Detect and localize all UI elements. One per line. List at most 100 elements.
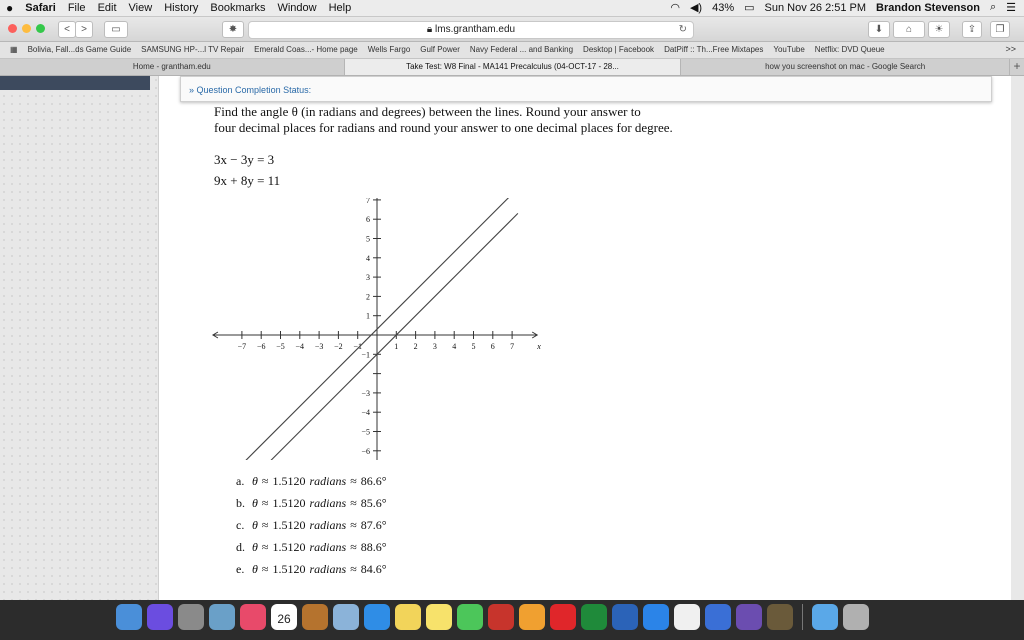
answer-letter: d. xyxy=(236,539,245,554)
lines-graph: −7−6−5−4−3−2−112345677654321−1−3−4−5−6−7… xyxy=(211,198,541,460)
bookmark-item[interactable]: Emerald Coas...- Home page xyxy=(254,45,358,54)
lock-icon: 🔒︎ xyxy=(426,24,436,35)
address-bar[interactable]: 🔒︎ lms.grantham.edu ↻ xyxy=(248,21,694,39)
folder-icon[interactable] xyxy=(812,604,838,630)
menu-window[interactable]: Window xyxy=(277,2,316,14)
textedit-icon[interactable] xyxy=(674,604,700,630)
siri-icon[interactable] xyxy=(147,604,173,630)
user-name[interactable]: Brandon Stevenson xyxy=(876,2,980,14)
home-icon[interactable]: ⌂ xyxy=(893,21,925,38)
bookmark-item[interactable]: Wells Fargo xyxy=(368,45,411,54)
word-icon[interactable] xyxy=(612,604,638,630)
bookmarks-overflow-button[interactable]: >> xyxy=(1005,44,1016,54)
tab-google-search[interactable]: how you screenshot on mac - Google Searc… xyxy=(681,59,1010,75)
excel-icon[interactable] xyxy=(581,604,607,630)
x-tick-label: 1 xyxy=(394,342,398,351)
volume-icon[interactable]: ◀) xyxy=(690,1,702,14)
answer-option[interactable]: a. θ ≈1.5120 radians ≈86.6° xyxy=(236,470,387,492)
stickies-icon[interactable] xyxy=(426,604,452,630)
answer-option[interactable]: b. θ ≈1.5120 radians ≈85.6° xyxy=(236,492,387,514)
approx-symbol: ≈ xyxy=(350,561,357,576)
course-nav-bar xyxy=(0,76,150,90)
x-tick-label: 3 xyxy=(433,342,437,351)
minimize-window-button[interactable] xyxy=(22,24,31,33)
menu-app-name[interactable]: Safari xyxy=(25,2,56,14)
photos-app-icon[interactable] xyxy=(519,604,545,630)
downloads-icon[interactable]: ⬇ xyxy=(868,21,890,38)
keynote-icon[interactable] xyxy=(705,604,731,630)
theta-symbol: θ xyxy=(252,495,258,510)
menu-bookmarks[interactable]: Bookmarks xyxy=(210,2,265,14)
share-icon[interactable]: ⇪ xyxy=(962,21,982,38)
theta-symbol: θ xyxy=(252,539,258,554)
reader-icon[interactable]: ☀ xyxy=(928,21,950,38)
answer-option[interactable]: e. θ ≈1.5120 radians ≈84.6° xyxy=(236,558,387,580)
answer-letter: c. xyxy=(236,517,245,532)
bookmark-item[interactable]: Netflix: DVD Queue xyxy=(815,45,885,54)
notification-center-icon[interactable]: ☰ xyxy=(1006,1,1016,14)
bookmark-item[interactable]: Bolivia, Fall...ds Game Guide xyxy=(28,45,132,54)
bookmark-item[interactable]: Navy Federal ... and Banking xyxy=(470,45,573,54)
tab-home[interactable]: Home - grantham.edu xyxy=(0,59,345,75)
zoom-window-button[interactable] xyxy=(36,24,45,33)
menu-view[interactable]: View xyxy=(129,2,153,14)
answer-option[interactable]: d. θ ≈1.5120 radians ≈88.6° xyxy=(236,536,387,558)
question-status-bar[interactable]: » Question Completion Status: xyxy=(180,76,992,102)
tabs-overview-icon[interactable]: ❐ xyxy=(990,21,1010,38)
radians-value: 1.5120 xyxy=(272,495,306,510)
safari-icon[interactable] xyxy=(364,604,390,630)
archive-icon[interactable] xyxy=(767,604,793,630)
y-tick-label: 3 xyxy=(366,273,370,282)
wifi-icon[interactable]: ◠ xyxy=(670,1,680,14)
y-tick-label: −6 xyxy=(361,447,370,456)
x-tick-label: 2 xyxy=(414,342,418,351)
spotlight-icon[interactable]: ⌕ xyxy=(990,1,996,14)
photos-icon[interactable] xyxy=(209,604,235,630)
guitar-icon[interactable] xyxy=(302,604,328,630)
sidebar-icon[interactable]: ▭ xyxy=(104,21,128,38)
x-tick-label: −2 xyxy=(334,342,343,351)
bookmark-item[interactable]: SAMSUNG HP-...l TV Repair xyxy=(141,45,244,54)
approx-symbol: ≈ xyxy=(261,561,269,576)
menu-file[interactable]: File xyxy=(68,2,86,14)
clock[interactable]: Sun Nov 26 2:51 PM xyxy=(765,2,867,14)
back-button[interactable]: < xyxy=(58,21,76,38)
bookmark-item[interactable]: YouTube xyxy=(773,45,804,54)
apple-menu-icon[interactable]: ● xyxy=(6,1,13,15)
forward-button[interactable]: > xyxy=(75,21,93,38)
bookmark-item[interactable]: DatPiff :: Th...Free Mixtapes xyxy=(664,45,763,54)
browser-toolbar: < > ▭ ✸ 🔒︎ lms.grantham.edu ↻ ⬇ ⌂ ☀ ⇪ ❐ xyxy=(0,17,1024,42)
menu-help[interactable]: Help xyxy=(329,2,352,14)
finder-icon[interactable] xyxy=(116,604,142,630)
tab-take-test[interactable]: Take Test: W8 Final - MA141 Precalculus … xyxy=(344,59,682,75)
music-icon[interactable] xyxy=(240,604,266,630)
bookmark-item[interactable]: Gulf Power xyxy=(420,45,460,54)
page-viewport: » Question Completion Status: Find the a… xyxy=(0,76,1024,600)
notes-icon[interactable] xyxy=(395,604,421,630)
launchpad-icon[interactable] xyxy=(178,604,204,630)
trash-icon[interactable] xyxy=(843,604,869,630)
messages-icon[interactable] xyxy=(457,604,483,630)
menu-edit[interactable]: Edit xyxy=(98,2,117,14)
question-line-1: Find the angle θ (in radians and degrees… xyxy=(214,104,641,119)
reload-icon[interactable]: ↻ xyxy=(679,22,687,38)
bookmark-item[interactable]: Desktop | Facebook xyxy=(583,45,654,54)
photobooth-icon[interactable] xyxy=(488,604,514,630)
preview-icon[interactable] xyxy=(333,604,359,630)
bookmarks-grid-icon[interactable]: ▦ xyxy=(10,45,18,54)
address-text: lms.grantham.edu xyxy=(435,24,516,35)
imovie-icon[interactable] xyxy=(736,604,762,630)
pinterest-icon[interactable] xyxy=(550,604,576,630)
x-tick-label: 5 xyxy=(472,342,476,351)
appstore-icon[interactable] xyxy=(643,604,669,630)
close-window-button[interactable] xyxy=(8,24,17,33)
new-tab-button[interactable]: + xyxy=(1010,59,1024,75)
degrees-value: 86.6° xyxy=(360,473,387,488)
answer-option[interactable]: c. θ ≈1.5120 radians ≈87.6° xyxy=(236,514,387,536)
calendar-icon[interactable]: 26 xyxy=(271,604,297,630)
menu-history[interactable]: History xyxy=(164,2,198,14)
battery-percent[interactable]: 43% xyxy=(712,2,734,14)
extension-icon[interactable]: ✸ xyxy=(222,21,244,38)
approx-symbol: ≈ xyxy=(350,539,357,554)
radians-value: 1.5120 xyxy=(272,561,306,576)
